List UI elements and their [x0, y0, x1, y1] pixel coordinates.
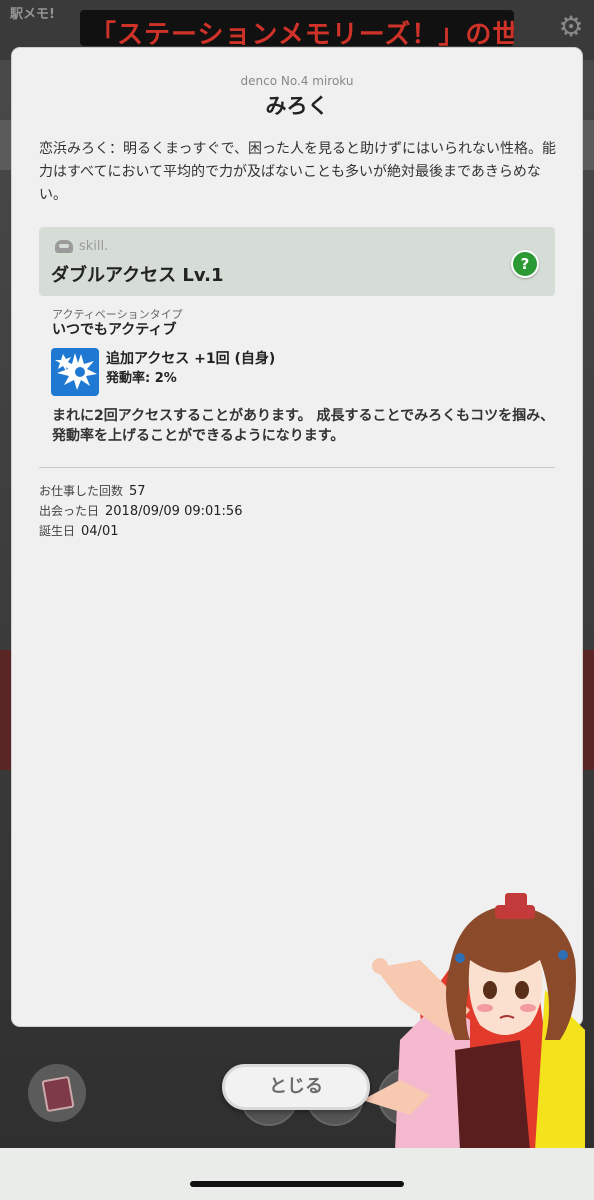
- skill-name: ダブルアクセス Lv.1: [51, 265, 224, 286]
- skill-effect-name: 追加アクセス +1回 (自身): [106, 351, 276, 367]
- divider: [39, 467, 555, 468]
- denco-description: 恋浜みろく：明るくまっすぐで、困った人を見ると助けずにはいられない性格。能力はす…: [39, 141, 557, 203]
- background-panel-right: [582, 120, 594, 170]
- stat-birthday: 誕生日 04/01: [39, 524, 119, 539]
- skill-label: skill.: [55, 239, 108, 254]
- skill-effect-rate: 発動率: 2%: [106, 371, 177, 386]
- close-button[interactable]: とじる: [222, 1064, 370, 1110]
- bottom-bar: [0, 1148, 594, 1200]
- gear-icon[interactable]: ⚙: [556, 12, 586, 42]
- home-indicator[interactable]: [190, 1181, 404, 1187]
- app-logo: 駅メモ!: [10, 7, 55, 22]
- denco-detail-dialog: denco No.4 miroku みろく 恋浜みろく：明るくまっすぐで、困った…: [12, 48, 582, 1026]
- news-marquee[interactable]: 「ステーションメモリーズ！」の世界へ: [80, 10, 514, 46]
- activation-type-value: いつでもアクティブ: [52, 322, 177, 338]
- background-panel-left: [0, 120, 12, 170]
- denco-number: denco No.4 miroku: [240, 74, 354, 88]
- help-button[interactable]: ?: [511, 250, 539, 278]
- stat-met-date: 出会った日 2018/09/09 09:01:56: [39, 504, 243, 519]
- denco-name: みろく: [265, 94, 329, 118]
- burst-icon: [51, 348, 99, 396]
- skill-emblem-icon: [55, 240, 73, 253]
- skill-header: skill. ダブルアクセス Lv.1 ?: [39, 227, 555, 296]
- camera-button[interactable]: [378, 1068, 436, 1126]
- menu-button-3[interactable]: [512, 1068, 570, 1126]
- card-icon: [41, 1075, 75, 1113]
- card-menu-button[interactable]: [28, 1064, 86, 1122]
- skill-description: まれに2回アクセスすることがあります。 成長することでみろくもコツを掴み、発動率…: [52, 408, 555, 444]
- stat-work-count: お仕事した回数 57: [39, 484, 146, 499]
